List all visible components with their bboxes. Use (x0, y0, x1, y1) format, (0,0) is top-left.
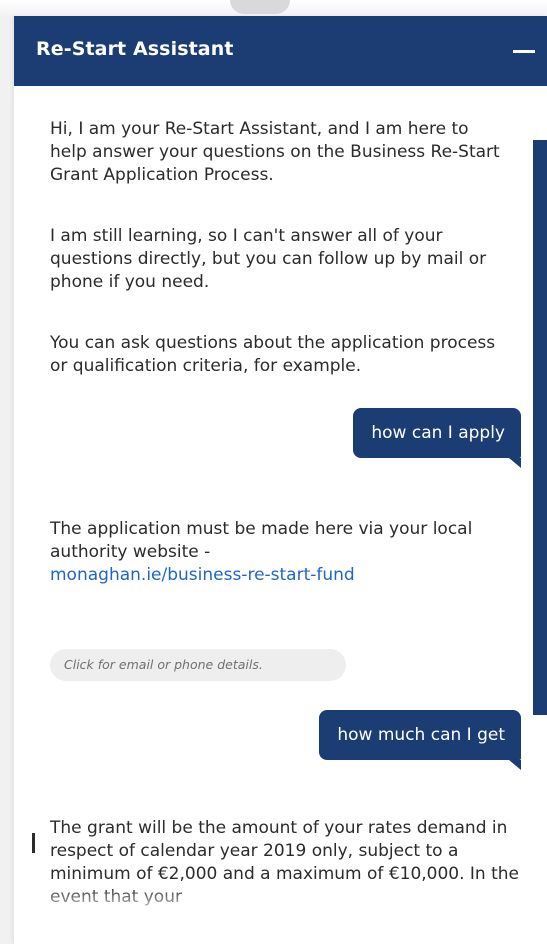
contact-details-button[interactable]: Click for email or phone details. (50, 649, 346, 681)
minimize-button[interactable] (497, 30, 547, 74)
message-text: I am still learning, so I can't answer a… (50, 226, 487, 292)
page-background-strip (0, 0, 547, 16)
message-text: how much can I get (337, 725, 505, 745)
message-text: The application must be made here via yo… (50, 519, 473, 562)
bot-message-intro-2: I am still learning, so I can't answer a… (50, 225, 510, 294)
bot-message-intro-1: Hi, I am your Re-Start Assistant, and I … (50, 118, 510, 187)
message-indicator-bar (32, 833, 35, 853)
scroll-fade (14, 886, 547, 944)
contact-details-label: Click for email or phone details. (64, 657, 263, 672)
message-text: how can I apply (371, 423, 505, 443)
business-restart-fund-link[interactable]: monaghan.ie/business-re-start-fund (50, 565, 355, 585)
bot-message-intro-3: You can ask questions about the applicat… (50, 332, 510, 378)
chat-window: Re-Start Assistant Hi, I am your Re-Star… (14, 16, 547, 944)
bot-message-reply-1: The application must be made here via yo… (50, 518, 490, 587)
background-shape (230, 0, 290, 14)
chat-title: Re-Start Assistant (36, 38, 234, 60)
minus-icon (513, 50, 535, 53)
message-text: You can ask questions about the applicat… (50, 333, 496, 376)
user-message-1: how can I apply (353, 408, 521, 468)
scrollbar-thumb[interactable] (533, 140, 547, 715)
chat-header: Re-Start Assistant (14, 16, 547, 86)
user-message-2: how much can I get (319, 710, 521, 770)
message-text: Hi, I am your Re-Start Assistant, and I … (50, 119, 500, 185)
